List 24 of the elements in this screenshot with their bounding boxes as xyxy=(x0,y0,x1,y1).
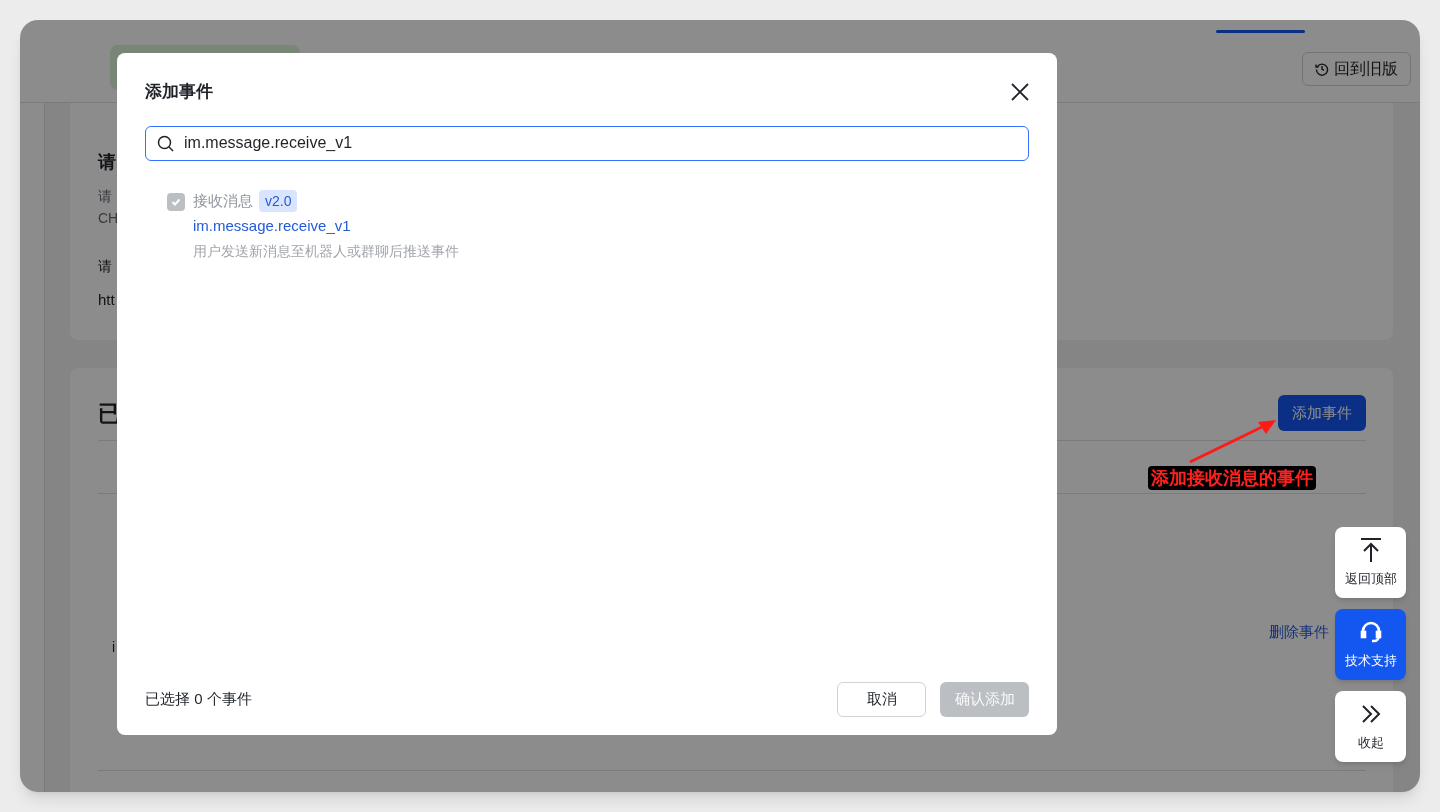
section-heading: 请 xyxy=(98,151,116,174)
annotation-label: 添加接收消息的事件 xyxy=(1148,466,1316,490)
event-key-text: i xyxy=(111,637,116,657)
search-field[interactable]: im.message.receive_v1 xyxy=(145,125,1029,161)
url-text: htt xyxy=(98,290,115,310)
float-button[interactable]: 返回顶部 xyxy=(1335,527,1406,598)
cancel-button[interactable]: 取消 xyxy=(837,682,926,717)
search-icon xyxy=(157,134,174,152)
description-text: CH xyxy=(98,209,119,228)
float-button[interactable]: 技术支持 xyxy=(1335,609,1406,680)
restore-button[interactable]: 回到旧版 xyxy=(1302,52,1411,86)
event-key: im.message.receive_v1 xyxy=(193,215,459,238)
version-tag: v2.0 xyxy=(259,189,298,212)
delete-event-link[interactable]: 删除事件 xyxy=(1269,620,1329,644)
add-event-button[interactable]: 添加事件 xyxy=(1278,395,1366,431)
float-button[interactable]: 收起 xyxy=(1335,691,1406,762)
history-icon xyxy=(1315,62,1329,76)
dialog-title: 添加事件 xyxy=(145,81,213,103)
close-icon[interactable] xyxy=(1009,80,1031,103)
field-label: 请 xyxy=(98,257,112,276)
selected-count: 已选择 0 个事件 xyxy=(145,689,252,710)
description-text: 请 xyxy=(98,187,112,206)
event-name: 接收消息 xyxy=(193,190,253,211)
event-description: 用户发送新消息至机器人或群聊后推送事件 xyxy=(193,241,459,261)
